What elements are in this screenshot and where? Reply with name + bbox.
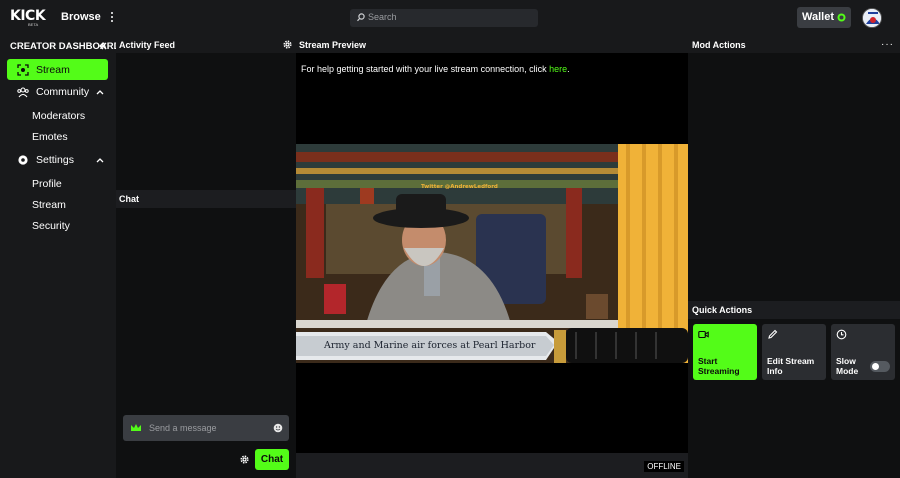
collapse-sidebar-icon[interactable] <box>97 41 107 51</box>
crown-icon <box>131 424 141 431</box>
mod-actions-header: Mod Actions ··· <box>688 36 900 53</box>
stream-preview-title: Stream Preview <box>299 40 367 50</box>
chat-message-input[interactable]: Send a message <box>123 415 289 441</box>
stream-preview-panel: Stream Preview For help getting started … <box>296 36 688 478</box>
sidebar-item-community[interactable]: Community <box>17 82 105 102</box>
chat-settings-icon[interactable] <box>240 455 249 464</box>
more-options-icon[interactable]: ··· <box>881 39 894 50</box>
search-icon <box>357 13 365 22</box>
help-text: For help getting started with your live … <box>301 64 570 74</box>
top-bar: KICK BETA Browse Search Wallet <box>0 0 900 36</box>
chat-message-placeholder: Send a message <box>149 423 217 433</box>
slow-mode-label: Slow Mode <box>836 356 859 376</box>
send-chat-button[interactable]: Chat <box>255 449 289 470</box>
pencil-icon <box>768 329 778 339</box>
sidebar-item-profile[interactable]: Profile <box>32 174 62 194</box>
edit-stream-info-label: Edit Stream Info <box>767 356 815 376</box>
chat-title: Chat <box>119 194 139 204</box>
clock-icon <box>836 329 847 340</box>
stream-icon <box>17 63 29 76</box>
caption-overlay-text: Army and Marine air forces at Pearl Harb… <box>324 340 536 351</box>
more-menu-icon[interactable] <box>108 10 116 26</box>
mod-actions-panel: Mod Actions ··· <box>688 36 900 301</box>
start-streaming-button[interactable]: Start Streaming <box>693 324 757 380</box>
sidebar-item-security[interactable]: Security <box>32 216 70 236</box>
slow-mode-button[interactable]: Slow Mode <box>831 324 895 380</box>
sidebar-item-stream[interactable]: Stream <box>7 59 108 80</box>
sidebar-item-label: Profile <box>32 178 62 190</box>
sidebar-item-emotes[interactable]: Emotes <box>32 127 68 147</box>
stream-preview-header: Stream Preview <box>296 36 688 53</box>
search-input[interactable]: Search <box>350 9 538 27</box>
sidebar-item-settings[interactable]: Settings <box>17 150 105 170</box>
wallet-label: Wallet <box>802 11 834 23</box>
kick-logo[interactable]: KICK BETA <box>10 8 46 29</box>
activity-feed-title: Activity Feed <box>119 40 176 50</box>
sidebar-item-label: Community <box>36 86 90 98</box>
browse-link[interactable]: Browse <box>61 11 101 23</box>
stream-video-image <box>296 144 688 363</box>
emoji-icon[interactable] <box>273 423 283 433</box>
help-link[interactable]: here <box>549 64 567 74</box>
chat-panel: Chat Send a message Chat <box>116 190 296 478</box>
chat-header: Chat <box>116 190 296 208</box>
start-streaming-label: Start Streaming <box>698 356 740 376</box>
activity-feed-header: Activity Feed <box>116 36 296 53</box>
status-badge: OFFLINE <box>644 461 684 472</box>
quick-actions-header: Quick Actions <box>688 301 900 319</box>
community-icon <box>17 86 29 98</box>
coin-icon <box>837 13 846 22</box>
search-placeholder: Search <box>368 12 397 22</box>
sidebar-item-stream-settings[interactable]: Stream <box>32 195 66 215</box>
chevron-up-icon[interactable] <box>95 155 105 165</box>
sidebar-item-label: Stream <box>32 199 66 211</box>
mod-actions-title: Mod Actions <box>692 40 746 50</box>
avatar[interactable] <box>862 8 882 28</box>
quick-actions-panel: Quick Actions Start Streaming Edit Stream… <box>688 301 900 478</box>
logo-text: KICK <box>10 8 46 24</box>
sidebar: CREATOR DASHBOARD Stream Community Moder… <box>0 36 120 478</box>
sidebar-item-label: Settings <box>36 154 74 166</box>
twitter-overlay-text: Twitter @AndrewLedford <box>421 184 498 190</box>
edit-stream-info-button[interactable]: Edit Stream Info <box>762 324 826 380</box>
quick-actions-title: Quick Actions <box>692 305 753 315</box>
camera-icon <box>698 330 709 339</box>
sidebar-item-label: Emotes <box>32 131 68 143</box>
sidebar-item-label: Security <box>32 220 70 232</box>
wallet-button[interactable]: Wallet <box>797 7 851 28</box>
sidebar-item-label: Moderators <box>32 110 86 122</box>
sidebar-item-moderators[interactable]: Moderators <box>32 106 85 126</box>
stream-preview-footer: OFFLINE <box>296 453 688 478</box>
slow-mode-toggle[interactable] <box>870 361 890 372</box>
settings-icon <box>17 154 29 166</box>
stream-video-frame: Twitter @AndrewLedford Army and Marine a… <box>296 144 688 363</box>
chevron-up-icon[interactable] <box>95 87 105 97</box>
gear-icon[interactable] <box>283 40 292 49</box>
sidebar-item-label: Stream <box>36 63 70 76</box>
activity-feed-panel: Activity Feed <box>116 36 296 190</box>
